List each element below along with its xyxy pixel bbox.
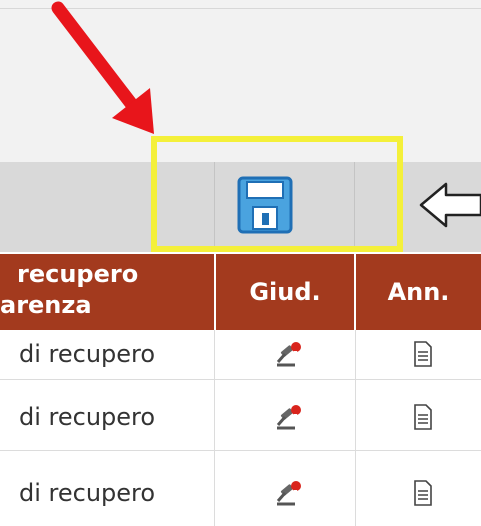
gavel-icon[interactable] (273, 339, 307, 369)
table-row: di recupero (0, 380, 481, 449)
column-header-ann[interactable]: Ann. (356, 254, 481, 330)
table-row: di recupero (0, 451, 481, 526)
column-header-label: Ann. (387, 278, 450, 306)
gavel-icon[interactable] (273, 402, 307, 432)
column-header-recupero[interactable]: recupero arenza (0, 254, 214, 330)
document-icon[interactable] (413, 341, 433, 367)
column-header-line: arenza (0, 291, 92, 319)
row-text: di recupero (19, 479, 156, 507)
row-text: di recupero (19, 403, 156, 431)
document-icon[interactable] (413, 480, 433, 506)
left-arrow-outline-icon (419, 182, 481, 228)
column-header-line: recupero (17, 260, 139, 288)
highlight-box (151, 136, 403, 252)
row-text: di recupero (19, 340, 156, 368)
gavel-icon[interactable] (273, 478, 307, 508)
red-arrow-annotation (51, 1, 154, 134)
column-header-label: Giud. (249, 278, 321, 306)
document-icon[interactable] (413, 404, 433, 430)
table-row: di recupero (0, 330, 481, 378)
table-header: recupero arenza Giud. Ann. (0, 254, 481, 330)
back-button[interactable] (418, 180, 481, 230)
column-header-giud[interactable]: Giud. (216, 254, 354, 330)
